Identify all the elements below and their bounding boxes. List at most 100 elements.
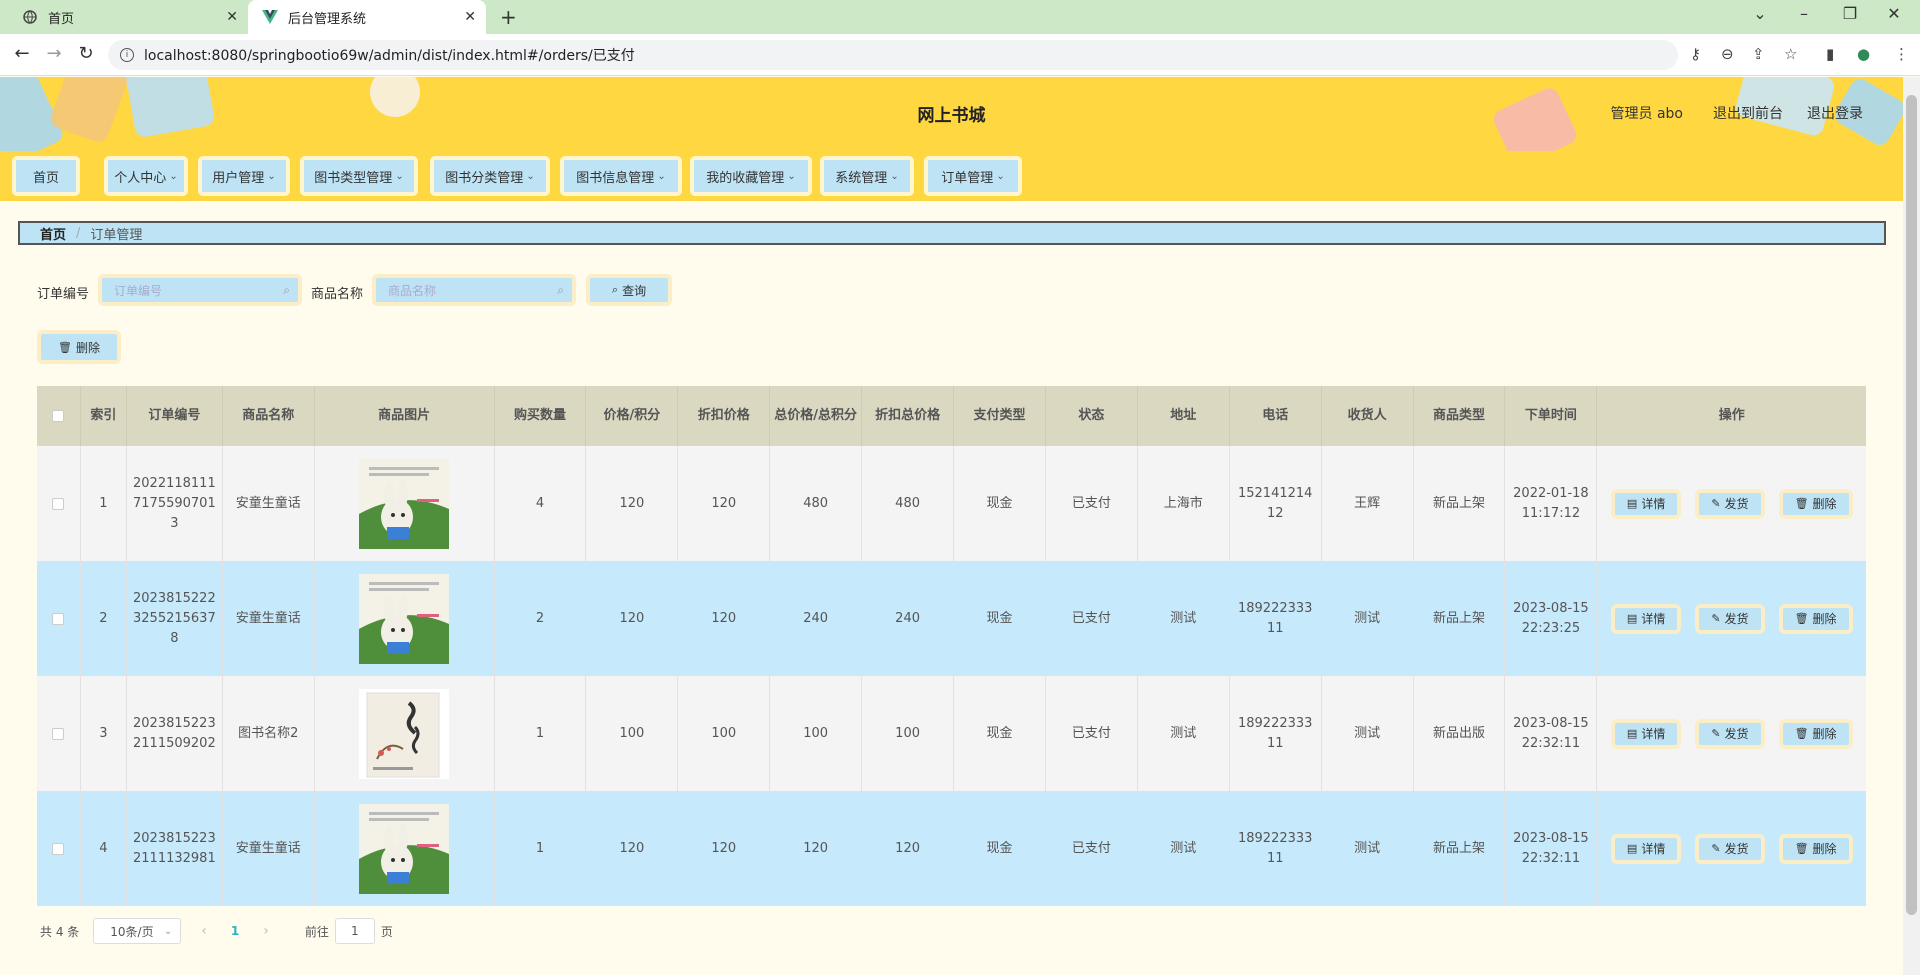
share-icon[interactable]: ⇪ bbox=[1752, 45, 1765, 63]
goods-type-cell: 新品上架 bbox=[1414, 561, 1506, 676]
detail-button[interactable]: ▤ 详情 bbox=[1610, 833, 1682, 864]
discount-price-cell: 120 bbox=[678, 446, 771, 561]
menu-item-order-management[interactable]: 订单管理 ⌄ bbox=[924, 156, 1022, 196]
total-cell: 100 bbox=[770, 676, 863, 791]
price-cell: 120 bbox=[586, 446, 679, 561]
more-menu-icon[interactable]: ⋮ bbox=[1894, 45, 1909, 63]
trash-icon: 🗑 bbox=[1794, 611, 1809, 625]
menu-item-label: 图书分类管理 bbox=[445, 170, 524, 186]
detail-button[interactable]: ▤ 详情 bbox=[1610, 488, 1682, 519]
ship-button[interactable]: ✎ 发货 bbox=[1695, 718, 1765, 749]
profile-avatar-icon[interactable]: ● bbox=[1857, 45, 1870, 63]
row-select-cell bbox=[37, 676, 81, 791]
pay-type-cell: 现金 bbox=[954, 791, 1046, 906]
goods-name-input[interactable]: 商品名称 ⌕ bbox=[372, 274, 576, 306]
close-icon[interactable]: ✕ bbox=[464, 9, 476, 25]
menu-item-label: 我的收藏管理 bbox=[706, 170, 785, 186]
next-page-icon[interactable]: › bbox=[263, 923, 269, 939]
order-no-cell: 20221181117175590701 3 bbox=[127, 446, 223, 561]
goods-name-cell: 安童生童话 bbox=[223, 446, 315, 561]
query-button-label: 查询 bbox=[622, 283, 647, 298]
breadcrumb-home[interactable]: 首页 bbox=[40, 224, 66, 243]
ship-button[interactable]: ✎ 发货 bbox=[1695, 488, 1765, 519]
row-checkbox[interactable] bbox=[52, 497, 65, 510]
forward-icon[interactable]: → bbox=[42, 43, 66, 64]
prev-page-icon[interactable]: ‹ bbox=[201, 923, 207, 939]
goods-name-cell: 安童生童话 bbox=[223, 791, 315, 906]
book-rabbit-cover[interactable] bbox=[359, 803, 450, 894]
browser-tab-home[interactable]: 首页 ✕ bbox=[8, 0, 248, 34]
delete-button[interactable]: 🗑 删除 bbox=[1778, 718, 1853, 749]
book-calligraphy-cover[interactable] bbox=[359, 688, 450, 779]
goto-suffix: 页 bbox=[380, 924, 393, 939]
key-icon[interactable]: ⚷ bbox=[1690, 45, 1701, 63]
column-header: 收货人 bbox=[1322, 386, 1414, 446]
receiver-cell: 测试 bbox=[1322, 676, 1414, 791]
row-checkbox[interactable] bbox=[52, 727, 65, 740]
reload-icon[interactable]: ↻ bbox=[74, 43, 98, 64]
delete-button[interactable]: 🗑 删除 bbox=[1778, 833, 1853, 864]
ship-button[interactable]: ✎ 发货 bbox=[1695, 833, 1765, 864]
goods-type-cell: 新品上架 bbox=[1414, 446, 1506, 561]
menu-item-favorites-management[interactable]: 我的收藏管理 ⌄ bbox=[690, 156, 812, 196]
total-count: 共 4 条 bbox=[40, 924, 80, 939]
ship-button[interactable]: ✎ 发货 bbox=[1695, 603, 1765, 634]
logout-link[interactable]: 退出登录 bbox=[1807, 103, 1863, 123]
table-row: 4 20238152232111132981 安童生童话 1 120 120 1… bbox=[37, 791, 1866, 906]
menu-item-label: 首页 bbox=[32, 170, 59, 186]
index-cell: 2 bbox=[81, 561, 127, 676]
window-close-icon[interactable]: ✕ bbox=[1874, 4, 1914, 23]
book-rabbit-cover[interactable] bbox=[359, 573, 450, 664]
index-cell: 4 bbox=[81, 791, 127, 906]
row-checkbox[interactable] bbox=[52, 842, 65, 855]
orders-table: 索引 订单编号 商品名称 商品图片 购买数量 价格/积分 折扣价格 总价格/总积… bbox=[37, 386, 1866, 906]
select-all-checkbox[interactable] bbox=[52, 410, 65, 422]
index-cell: 3 bbox=[81, 676, 127, 791]
info-icon[interactable]: i bbox=[120, 48, 134, 62]
actions-cell: ▤ 详情 ✎ 发货 🗑 删除 bbox=[1597, 676, 1866, 791]
order-no-input[interactable]: 订单编号 ⌕ bbox=[98, 274, 302, 306]
vertical-scrollbar[interactable] bbox=[1903, 77, 1920, 975]
query-button[interactable]: ⌕ 查询 bbox=[586, 274, 672, 306]
bookmark-star-icon[interactable]: ☆ bbox=[1784, 45, 1797, 63]
breadcrumb-separator: / bbox=[76, 225, 81, 241]
menu-item-home[interactable]: 首页 bbox=[12, 156, 80, 196]
pay-type-cell: 现金 bbox=[954, 446, 1046, 561]
page-number-current[interactable]: 1 bbox=[231, 924, 239, 938]
menu-item-book-info-management[interactable]: 图书信息管理 ⌄ bbox=[560, 156, 682, 196]
menu-item-label: 系统管理 bbox=[835, 170, 888, 186]
pagination: 共 4 条 10条/页 ⌄ ‹ 1 › 前往 1 页 bbox=[40, 917, 393, 945]
book-rabbit-cover[interactable] bbox=[359, 458, 450, 549]
menu-item-book-type-management[interactable]: 图书类型管理 ⌄ bbox=[300, 156, 418, 196]
sidepanel-icon[interactable]: ▮ bbox=[1826, 45, 1834, 63]
browser-tab-admin[interactable]: 后台管理系统 ✕ bbox=[248, 0, 486, 34]
goto-page-input[interactable]: 1 bbox=[334, 918, 375, 944]
chevron-down-icon: ⌄ bbox=[267, 170, 276, 182]
close-icon[interactable]: ✕ bbox=[226, 9, 238, 25]
row-checkbox[interactable] bbox=[52, 612, 65, 625]
zoom-icon[interactable]: ⊖ bbox=[1721, 45, 1734, 63]
menu-item-system-management[interactable]: 系统管理 ⌄ bbox=[820, 156, 914, 196]
receiver-cell: 测试 bbox=[1322, 791, 1414, 906]
menu-item-personal-center[interactable]: 个人中心 ⌄ bbox=[104, 156, 188, 196]
detail-button[interactable]: ▤ 详情 bbox=[1610, 603, 1682, 634]
menu-item-book-category-management[interactable]: 图书分类管理 ⌄ bbox=[430, 156, 550, 196]
delete-button[interactable]: 🗑 删除 bbox=[1778, 488, 1853, 519]
page-size-select[interactable]: 10条/页 ⌄ bbox=[93, 918, 182, 944]
restore-icon[interactable]: ❐ bbox=[1830, 4, 1870, 23]
tab-search-icon[interactable]: ⌄ bbox=[1740, 4, 1780, 23]
order-no-cell: 20238152223255215637 8 bbox=[127, 561, 223, 676]
column-header: 支付类型 bbox=[954, 386, 1046, 446]
scrollbar-thumb[interactable] bbox=[1906, 95, 1917, 915]
url-field[interactable]: i localhost:8080/springbootio69w/admin/d… bbox=[108, 40, 1678, 70]
batch-delete-button[interactable]: 🗑 删除 bbox=[37, 330, 121, 364]
delete-button[interactable]: 🗑 删除 bbox=[1778, 603, 1853, 634]
new-tab-icon[interactable]: + bbox=[500, 5, 517, 29]
goods-type-cell: 新品上架 bbox=[1414, 791, 1506, 906]
detail-button[interactable]: ▤ 详情 bbox=[1610, 718, 1682, 749]
back-icon[interactable]: ← bbox=[10, 43, 34, 64]
menu-item-user-management[interactable]: 用户管理 ⌄ bbox=[198, 156, 290, 196]
chevron-down-icon: ⌄ bbox=[169, 170, 178, 182]
exit-to-front-link[interactable]: 退出到前台 bbox=[1713, 103, 1783, 123]
minimize-icon[interactable]: – bbox=[1784, 4, 1824, 23]
